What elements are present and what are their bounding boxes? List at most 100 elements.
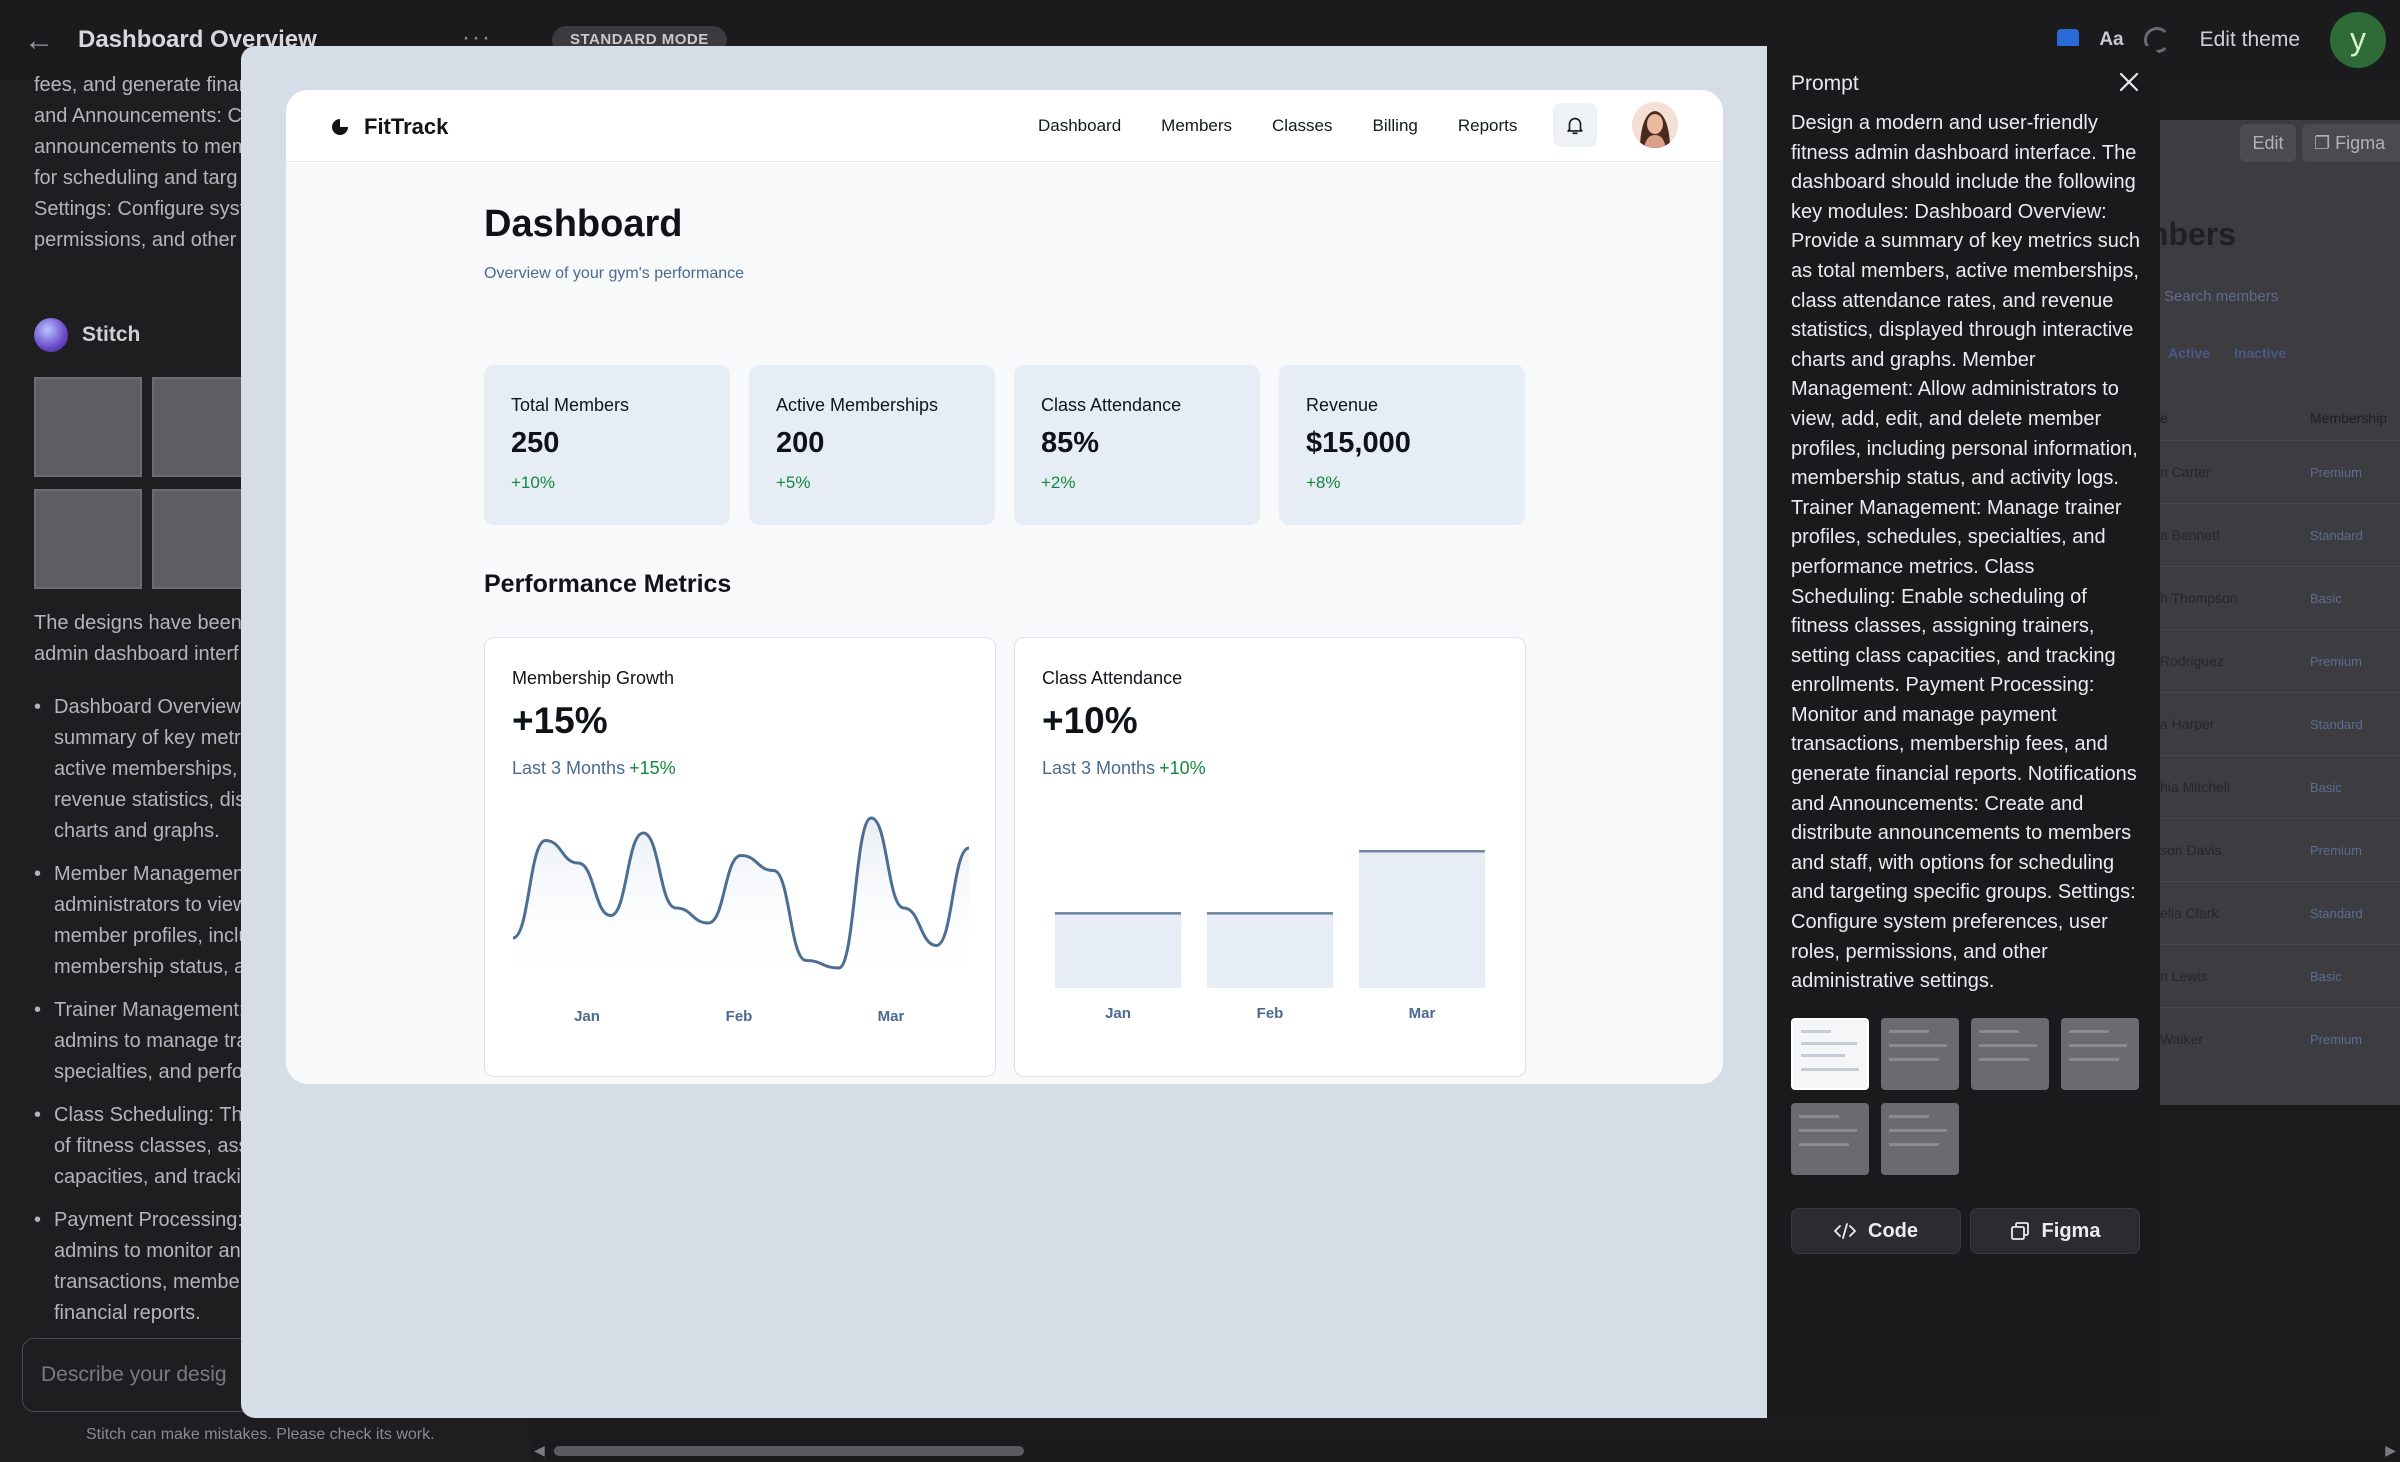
bar [1055, 912, 1181, 988]
member-tier: Basic [2310, 969, 2342, 984]
app-header: FitTrack Dashboard Members Classes Billi… [286, 90, 1723, 162]
chart-period-delta: +10% [1159, 758, 1206, 778]
bell-icon [1567, 117, 1583, 135]
nav-dashboard[interactable]: Dashboard [1038, 116, 1121, 136]
stat-delta: +10% [511, 473, 555, 492]
stat-delta: +8% [1306, 473, 1341, 492]
assistant-header: Stitch [34, 318, 140, 352]
screen-thumbnail-selected[interactable] [1791, 1018, 1869, 1090]
assistant-name: Stitch [82, 323, 141, 346]
member-name: n Lewis [2160, 968, 2208, 984]
canvas-figma-button[interactable]: ❐ Figma [2302, 124, 2400, 162]
logo[interactable]: FitTrack [330, 114, 448, 140]
screen-thumbnail[interactable] [1971, 1018, 2049, 1090]
member-name: son Davis [2160, 842, 2222, 858]
stat-value: 200 [776, 427, 825, 459]
bar-top-line [1359, 850, 1485, 853]
member-name: Rodriguez [2160, 653, 2224, 669]
column-header-membership: Membership [2310, 410, 2388, 426]
chart-value: +10% [1042, 700, 1138, 741]
chart-period-label: Last 3 Months [512, 758, 626, 778]
page-subtitle: Overview of your gym's performance [484, 265, 745, 282]
class-attendance-bar-chart: Jan Feb Mar [1055, 850, 1485, 1022]
stat-value: $15,000 [1306, 427, 1411, 459]
section-title: Performance Metrics [484, 570, 732, 598]
member-name: a Harper [2160, 716, 2215, 732]
class-attendance-card[interactable]: Class Attendance +10% Last 3 Months +10% … [1014, 637, 1526, 1077]
prompt-panel: Prompt Design a modern and user-friendly… [1767, 46, 2160, 1418]
stat-card-total-members[interactable]: Total Members 250 +10% [484, 365, 730, 525]
members-search[interactable]: Search members [2164, 288, 2278, 305]
figma-button[interactable]: Figma [1970, 1208, 2140, 1254]
design-thumbnail[interactable] [34, 377, 142, 477]
chart-label: Membership Growth [512, 668, 675, 688]
member-name: n Carter [2160, 464, 2211, 480]
page-title: Dashboard [484, 203, 683, 245]
scroll-left-icon[interactable]: ◀ [534, 1442, 545, 1459]
stat-label: Total Members [511, 395, 630, 415]
nav-reports[interactable]: Reports [1458, 116, 1518, 136]
scroll-right-icon[interactable]: ▶ [2385, 1442, 2396, 1459]
member-name: a Bennett [2160, 527, 2220, 543]
scrollbar-thumb[interactable] [554, 1446, 1024, 1456]
x-tick-label: Jan [1105, 1005, 1131, 1022]
code-button-label: Code [1868, 1219, 1918, 1242]
prompt-text: Design a modern and user-friendly fitnes… [1791, 112, 2140, 993]
notifications-button[interactable] [1553, 103, 1597, 147]
bar [1359, 850, 1485, 988]
chart-period-delta: +15% [629, 758, 676, 778]
user-avatar[interactable]: y [2330, 12, 2386, 68]
screen-thumbnail[interactable] [1881, 1018, 1959, 1090]
bar [1207, 912, 1333, 988]
code-icon [1834, 1223, 1856, 1239]
profile-avatar[interactable] [1632, 102, 1678, 148]
stat-label: Class Attendance [1041, 395, 1182, 415]
member-tier: Standard [2310, 528, 2363, 543]
nav-members[interactable]: Members [1161, 116, 1232, 136]
fittrack-app: FitTrack Dashboard Members Classes Billi… [286, 90, 1723, 1084]
horizontal-scrollbar[interactable]: ◀ ▶ [530, 1440, 2400, 1462]
stat-delta: +5% [776, 473, 811, 492]
stat-label: Active Memberships [776, 395, 939, 415]
screen-thumbnail[interactable] [2061, 1018, 2139, 1090]
bar-top-line [1055, 912, 1181, 915]
close-button[interactable] [2113, 66, 2145, 98]
member-name: h Thompson [2160, 590, 2238, 606]
screen-thumbnail[interactable] [1791, 1103, 1869, 1175]
chart-label: Class Attendance [1042, 668, 1183, 688]
code-button[interactable]: Code [1791, 1208, 1961, 1254]
x-tick-label: Feb [1257, 1005, 1284, 1022]
member-name: Walker [2160, 1031, 2204, 1047]
filter-inactive[interactable]: Inactive [2234, 345, 2286, 361]
profile-photo-icon [1632, 102, 1678, 148]
edit-theme-button[interactable]: Edit theme [2190, 28, 2310, 52]
dashboard-body: Dashboard Overview of your gym's perform… [286, 163, 1723, 1084]
figma-button-label: Figma [2041, 1219, 2101, 1242]
membership-growth-line-chart: Jan Feb Mar [512, 816, 970, 1025]
nav-billing[interactable]: Billing [1373, 116, 1418, 136]
stat-card-active-memberships[interactable]: Active Memberships 200 +5% [749, 365, 995, 525]
close-icon [2119, 72, 2139, 92]
chart-period-label: Last 3 Months [1042, 758, 1156, 778]
design-thumbnail[interactable] [34, 489, 142, 589]
main-nav: Dashboard Members Classes Billing Report… [1038, 90, 1517, 162]
member-tier: Premium [2310, 843, 2363, 858]
membership-growth-card[interactable]: Membership Growth +15% Last 3 Months +15%… [484, 637, 996, 1077]
member-name: hia Mitchell [2160, 779, 2231, 795]
nav-classes[interactable]: Classes [1272, 116, 1332, 136]
member-tier: Premium [2310, 654, 2363, 669]
back-arrow-icon[interactable]: ← [24, 24, 54, 58]
x-tick-label: Feb [726, 1008, 753, 1025]
line-area [513, 818, 969, 988]
member-tier: Premium [2310, 1032, 2363, 1047]
member-tier: Basic [2310, 780, 2342, 795]
stat-card-class-attendance[interactable]: Class Attendance 85% +2% [1014, 365, 1260, 525]
canvas-figma-label: Figma [2335, 133, 2386, 153]
x-tick-label: Mar [1409, 1005, 1436, 1022]
figma-copy-icon [2010, 1222, 2029, 1240]
filter-active[interactable]: Active [2168, 345, 2210, 361]
x-tick-label: Mar [878, 1008, 905, 1025]
screen-thumbnail[interactable] [1881, 1103, 1959, 1175]
stat-card-revenue[interactable]: Revenue $15,000 +8% [1279, 365, 1525, 525]
canvas-edit-button[interactable]: Edit [2240, 124, 2296, 162]
